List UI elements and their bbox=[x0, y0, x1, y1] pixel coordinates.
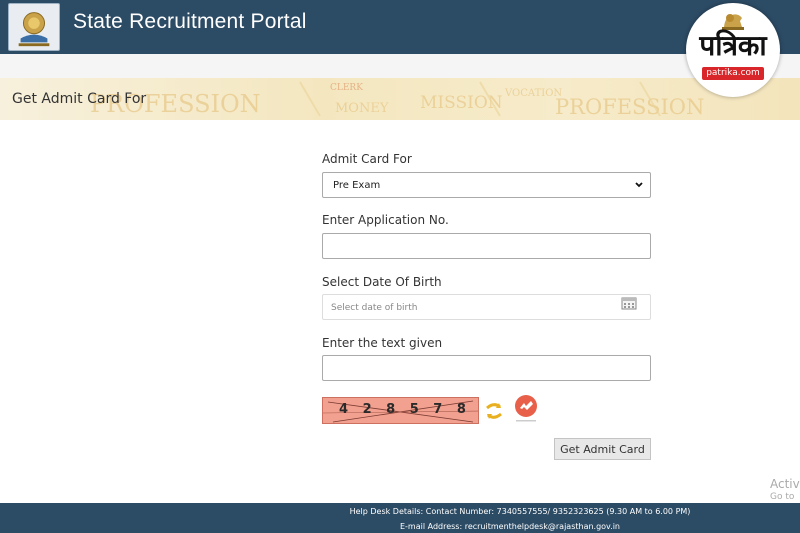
banner-word: PROFESSION bbox=[555, 95, 704, 119]
watermark-line-1: Activ bbox=[770, 477, 800, 491]
admit-card-type-value: Pre Exam bbox=[333, 180, 381, 191]
calendar-icon[interactable] bbox=[621, 296, 637, 310]
footer-bar: Help Desk Details: Contact Number: 73405… bbox=[0, 503, 800, 533]
portal-title: State Recruitment Portal bbox=[73, 10, 307, 33]
admit-card-type-select[interactable]: Pre Exam bbox=[322, 172, 651, 198]
chevron-down-icon bbox=[635, 182, 643, 188]
date-of-birth-label: Select Date Of Birth bbox=[322, 275, 442, 289]
captcha-text: 4 2 8 5 7 8 bbox=[339, 402, 471, 417]
publisher-domain: patrika.com bbox=[702, 67, 764, 80]
captcha-image: 4 2 8 5 7 8 bbox=[322, 397, 479, 424]
date-of-birth-input[interactable]: Select date of birth bbox=[322, 294, 651, 320]
captcha-input[interactable] bbox=[322, 355, 651, 381]
captcha-label: Enter the text given bbox=[322, 336, 443, 350]
date-of-birth-placeholder: Select date of birth bbox=[331, 303, 418, 313]
activation-watermark: Activ Go to bbox=[770, 477, 800, 502]
banner-word: MISSION bbox=[420, 93, 503, 113]
publisher-badge: पत्रिका patrika.com bbox=[686, 3, 780, 97]
banner-word: CLERK bbox=[330, 83, 363, 93]
audio-captcha-icon[interactable] bbox=[512, 394, 540, 424]
helpdesk-contact-text: Help Desk Details: Contact Number: 73405… bbox=[349, 507, 691, 516]
application-number-input[interactable] bbox=[322, 233, 651, 259]
application-number-label: Enter Application No. bbox=[322, 213, 449, 227]
top-header-bar: State Recruitment Portal bbox=[0, 0, 800, 54]
page-title: Get Admit Card For bbox=[12, 91, 147, 107]
refresh-icon[interactable] bbox=[484, 400, 504, 422]
banner-word: MONEY bbox=[335, 101, 389, 116]
get-admit-card-button[interactable]: Get Admit Card bbox=[554, 438, 651, 460]
lion-emblem-icon bbox=[722, 14, 744, 30]
publisher-name: पत्रिका bbox=[699, 29, 767, 62]
watermark-line-2: Go to bbox=[770, 492, 795, 502]
page-banner: PROFESSION CLERK MONEY MISSION VOCATION … bbox=[0, 78, 800, 120]
helpdesk-email-text: E-mail Address: recruitmenthelpdesk@raja… bbox=[399, 522, 621, 531]
admit-card-for-label: Admit Card For bbox=[322, 152, 412, 166]
header-spacer bbox=[0, 54, 800, 78]
banner-word: VOCATION bbox=[504, 88, 562, 99]
rajasthan-emblem-icon bbox=[8, 3, 60, 51]
